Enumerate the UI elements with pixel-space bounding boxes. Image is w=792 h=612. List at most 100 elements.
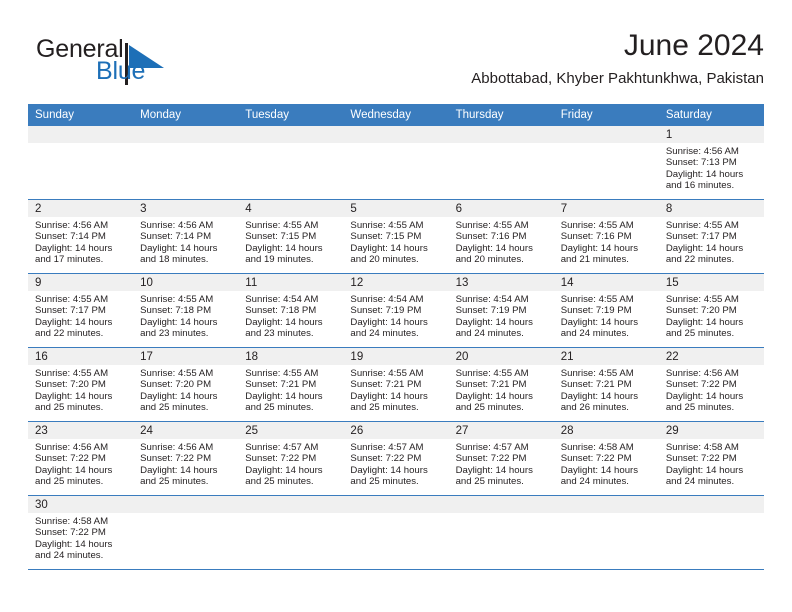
calendar-day-cell[interactable]: 28 Sunrise: 4:58 AM Sunset: 7:22 PM Dayligh… bbox=[553, 421, 659, 496]
calendar-week-row: 2 Sunrise: 4:56 AM Sunset: 7:14 PM Daylight… bbox=[28, 199, 764, 274]
day-cell-inner bbox=[28, 126, 134, 199]
sunset-text: Sunset: 7:20 PM bbox=[35, 379, 106, 391]
daylight-text-line1: Daylight: 14 hours bbox=[560, 390, 639, 402]
calendar-day-cell[interactable]: 11 Sunrise: 4:54 AM Sunset: 7:18 PM Dayligh… bbox=[238, 273, 344, 348]
day-number bbox=[343, 496, 449, 513]
sunrise-text: Sunrise: 4:54 AM bbox=[245, 294, 319, 305]
calendar-day-cell[interactable]: 4 Sunrise: 4:55 AM Sunset: 7:15 PM Daylight… bbox=[238, 199, 344, 274]
brand-logo[interactable]: General Blue bbox=[36, 35, 216, 89]
day-number: 25 bbox=[238, 422, 344, 439]
calendar-day-cell[interactable]: 27 Sunrise: 4:57 AM Sunset: 7:22 PM Dayligh… bbox=[448, 421, 554, 496]
daylight-text-line1: Daylight: 14 hours bbox=[560, 316, 639, 328]
calendar-day-cell[interactable]: 1 Sunrise: 4:56 AM Sunset: 7:13 PM Daylight… bbox=[658, 126, 764, 200]
daylight-text-line2: and 25 minutes. bbox=[140, 402, 209, 414]
calendar-day-cell[interactable]: 26 Sunrise: 4:57 AM Sunset: 7:22 PM Dayligh… bbox=[343, 421, 449, 496]
day-details: Sunrise: 4:56 AM Sunset: 7:22 PM Daylight:… bbox=[659, 365, 764, 414]
calendar-day-cell[interactable]: 30 Sunrise: 4:58 AM Sunset: 7:22 PM Dayligh… bbox=[28, 495, 134, 570]
sunset-text: Sunset: 7:20 PM bbox=[665, 305, 737, 317]
sunset-text: Sunset: 7:18 PM bbox=[140, 305, 212, 317]
calendar-table: Sunday Monday Tuesday Wednesday Thursday Frid… bbox=[28, 104, 764, 570]
day-cell-inner: 5 Sunrise: 4:55 AM Sunset: 7:15 PM Daylight… bbox=[343, 200, 449, 273]
weekday-header-sunday: Sunday bbox=[28, 104, 134, 126]
sunset-text: Sunset: 7:14 PM bbox=[35, 231, 106, 243]
sunset-text: Sunset: 7:16 PM bbox=[560, 231, 632, 243]
daylight-text-line1: Daylight: 14 hours bbox=[245, 316, 323, 328]
calendar-day-cell[interactable]: 7 Sunrise: 4:55 AM Sunset: 7:16 PM Daylight… bbox=[553, 199, 659, 274]
day-cell-inner: 11 Sunrise: 4:54 AM Sunset: 7:18 PM Dayligh… bbox=[238, 274, 344, 347]
calendar-day-cell[interactable]: 15 Sunrise: 4:55 AM Sunset: 7:20 PM Dayligh… bbox=[658, 273, 764, 348]
day-details: Sunrise: 4:55 AM Sunset: 7:20 PM Daylight:… bbox=[659, 291, 764, 340]
day-cell-inner bbox=[658, 496, 764, 569]
day-details: Sunrise: 4:55 AM Sunset: 7:21 PM Daylight:… bbox=[343, 365, 448, 414]
daylight-text-line1: Daylight: 14 hours bbox=[245, 464, 323, 476]
calendar-day-cell[interactable]: 18 Sunrise: 4:55 AM Sunset: 7:21 PM Dayligh… bbox=[238, 347, 344, 422]
calendar-day-cell[interactable]: 12 Sunrise: 4:54 AM Sunset: 7:19 PM Dayligh… bbox=[343, 273, 449, 348]
calendar-day-cell[interactable]: 29 Sunrise: 4:58 AM Sunset: 7:22 PM Dayligh… bbox=[658, 421, 764, 496]
day-number: 10 bbox=[133, 274, 239, 291]
day-number: 24 bbox=[133, 422, 239, 439]
calendar-day-cell[interactable]: 2 Sunrise: 4:56 AM Sunset: 7:14 PM Daylight… bbox=[28, 199, 134, 274]
day-details: Sunrise: 4:55 AM Sunset: 7:15 PM Daylight:… bbox=[238, 217, 343, 266]
sunset-text: Sunset: 7:22 PM bbox=[35, 527, 106, 539]
sunset-text: Sunset: 7:22 PM bbox=[665, 379, 737, 391]
day-cell-inner: 13 Sunrise: 4:54 AM Sunset: 7:19 PM Dayligh… bbox=[448, 274, 554, 347]
calendar-page: General Blue June 2024 Abbottabad, Khybe… bbox=[0, 0, 792, 612]
day-cell-inner bbox=[238, 126, 344, 199]
sunrise-text: Sunrise: 4:55 AM bbox=[455, 368, 529, 379]
calendar-day-cell[interactable]: 17 Sunrise: 4:55 AM Sunset: 7:20 PM Dayligh… bbox=[133, 347, 239, 422]
daylight-text-line1: Daylight: 14 hours bbox=[665, 242, 744, 254]
day-number: 4 bbox=[238, 200, 344, 217]
sunrise-text: Sunrise: 4:55 AM bbox=[350, 368, 424, 379]
calendar-day-cell[interactable]: 5 Sunrise: 4:55 AM Sunset: 7:15 PM Daylight… bbox=[343, 199, 449, 274]
calendar-day-cell[interactable]: 14 Sunrise: 4:55 AM Sunset: 7:19 PM Dayligh… bbox=[553, 273, 659, 348]
daylight-text-line2: and 24 minutes. bbox=[350, 328, 419, 340]
calendar-day-cell[interactable]: 21 Sunrise: 4:55 AM Sunset: 7:21 PM Dayligh… bbox=[553, 347, 659, 422]
sunrise-text: Sunrise: 4:58 AM bbox=[665, 442, 739, 453]
daylight-text-line2: and 20 minutes. bbox=[350, 254, 419, 266]
sunrise-text: Sunrise: 4:55 AM bbox=[245, 368, 319, 379]
day-cell-inner bbox=[238, 496, 344, 569]
calendar-day-cell[interactable]: 16 Sunrise: 4:55 AM Sunset: 7:20 PM Dayligh… bbox=[28, 347, 134, 422]
calendar-day-cell[interactable]: 20 Sunrise: 4:55 AM Sunset: 7:21 PM Dayligh… bbox=[448, 347, 554, 422]
day-details: Sunrise: 4:55 AM Sunset: 7:18 PM Daylight:… bbox=[133, 291, 238, 340]
day-details: Sunrise: 4:54 AM Sunset: 7:19 PM Daylight:… bbox=[343, 291, 448, 340]
sunset-text: Sunset: 7:19 PM bbox=[350, 305, 422, 317]
calendar-day-cell[interactable]: 13 Sunrise: 4:54 AM Sunset: 7:19 PM Dayligh… bbox=[448, 273, 554, 348]
calendar-day-cell[interactable]: 10 Sunrise: 4:55 AM Sunset: 7:18 PM Dayligh… bbox=[133, 273, 239, 348]
calendar-day-cell-empty bbox=[238, 126, 344, 200]
day-number: 28 bbox=[553, 422, 659, 439]
day-number: 8 bbox=[658, 200, 764, 217]
calendar-day-cell[interactable]: 25 Sunrise: 4:57 AM Sunset: 7:22 PM Dayligh… bbox=[238, 421, 344, 496]
day-details: Sunrise: 4:56 AM Sunset: 7:13 PM Daylight:… bbox=[659, 143, 764, 192]
calendar-day-cell-empty bbox=[343, 126, 449, 200]
calendar-day-cell[interactable]: 19 Sunrise: 4:55 AM Sunset: 7:21 PM Dayligh… bbox=[343, 347, 449, 422]
calendar-day-cell[interactable]: 23 Sunrise: 4:56 AM Sunset: 7:22 PM Dayligh… bbox=[28, 421, 134, 496]
calendar-day-cell[interactable]: 24 Sunrise: 4:56 AM Sunset: 7:22 PM Dayligh… bbox=[133, 421, 239, 496]
day-cell-inner: 24 Sunrise: 4:56 AM Sunset: 7:22 PM Dayligh… bbox=[133, 422, 239, 495]
calendar-day-cell-empty bbox=[238, 495, 344, 570]
day-number: 5 bbox=[343, 200, 449, 217]
day-number: 26 bbox=[343, 422, 449, 439]
day-number: 12 bbox=[343, 274, 449, 291]
day-number bbox=[448, 496, 554, 513]
daylight-text-line2: and 19 minutes. bbox=[245, 254, 314, 266]
day-number: 23 bbox=[28, 422, 134, 439]
daylight-text-line1: Daylight: 14 hours bbox=[35, 390, 113, 402]
daylight-text-line1: Daylight: 14 hours bbox=[140, 316, 218, 328]
sunset-text: Sunset: 7:15 PM bbox=[245, 231, 317, 243]
calendar-day-cell[interactable]: 9 Sunrise: 4:55 AM Sunset: 7:17 PM Daylight… bbox=[28, 273, 134, 348]
calendar-day-cell[interactable]: 8 Sunrise: 4:55 AM Sunset: 7:17 PM Daylight… bbox=[658, 199, 764, 274]
sunrise-text: Sunrise: 4:55 AM bbox=[560, 294, 634, 305]
calendar-day-cell[interactable]: 6 Sunrise: 4:55 AM Sunset: 7:16 PM Daylight… bbox=[448, 199, 554, 274]
calendar-day-cell[interactable]: 3 Sunrise: 4:56 AM Sunset: 7:14 PM Daylight… bbox=[133, 199, 239, 274]
sunrise-text: Sunrise: 4:54 AM bbox=[350, 294, 424, 305]
daylight-text-line2: and 25 minutes. bbox=[35, 476, 104, 488]
brand-name-blue: Blue bbox=[96, 57, 146, 85]
sunrise-text: Sunrise: 4:55 AM bbox=[350, 220, 424, 231]
daylight-text-line2: and 24 minutes. bbox=[665, 476, 735, 488]
daylight-text-line1: Daylight: 14 hours bbox=[455, 390, 533, 402]
day-number: 22 bbox=[658, 348, 764, 365]
day-number: 21 bbox=[553, 348, 659, 365]
daylight-text-line2: and 25 minutes. bbox=[455, 476, 524, 488]
calendar-day-cell[interactable]: 22 Sunrise: 4:56 AM Sunset: 7:22 PM Dayligh… bbox=[658, 347, 764, 422]
